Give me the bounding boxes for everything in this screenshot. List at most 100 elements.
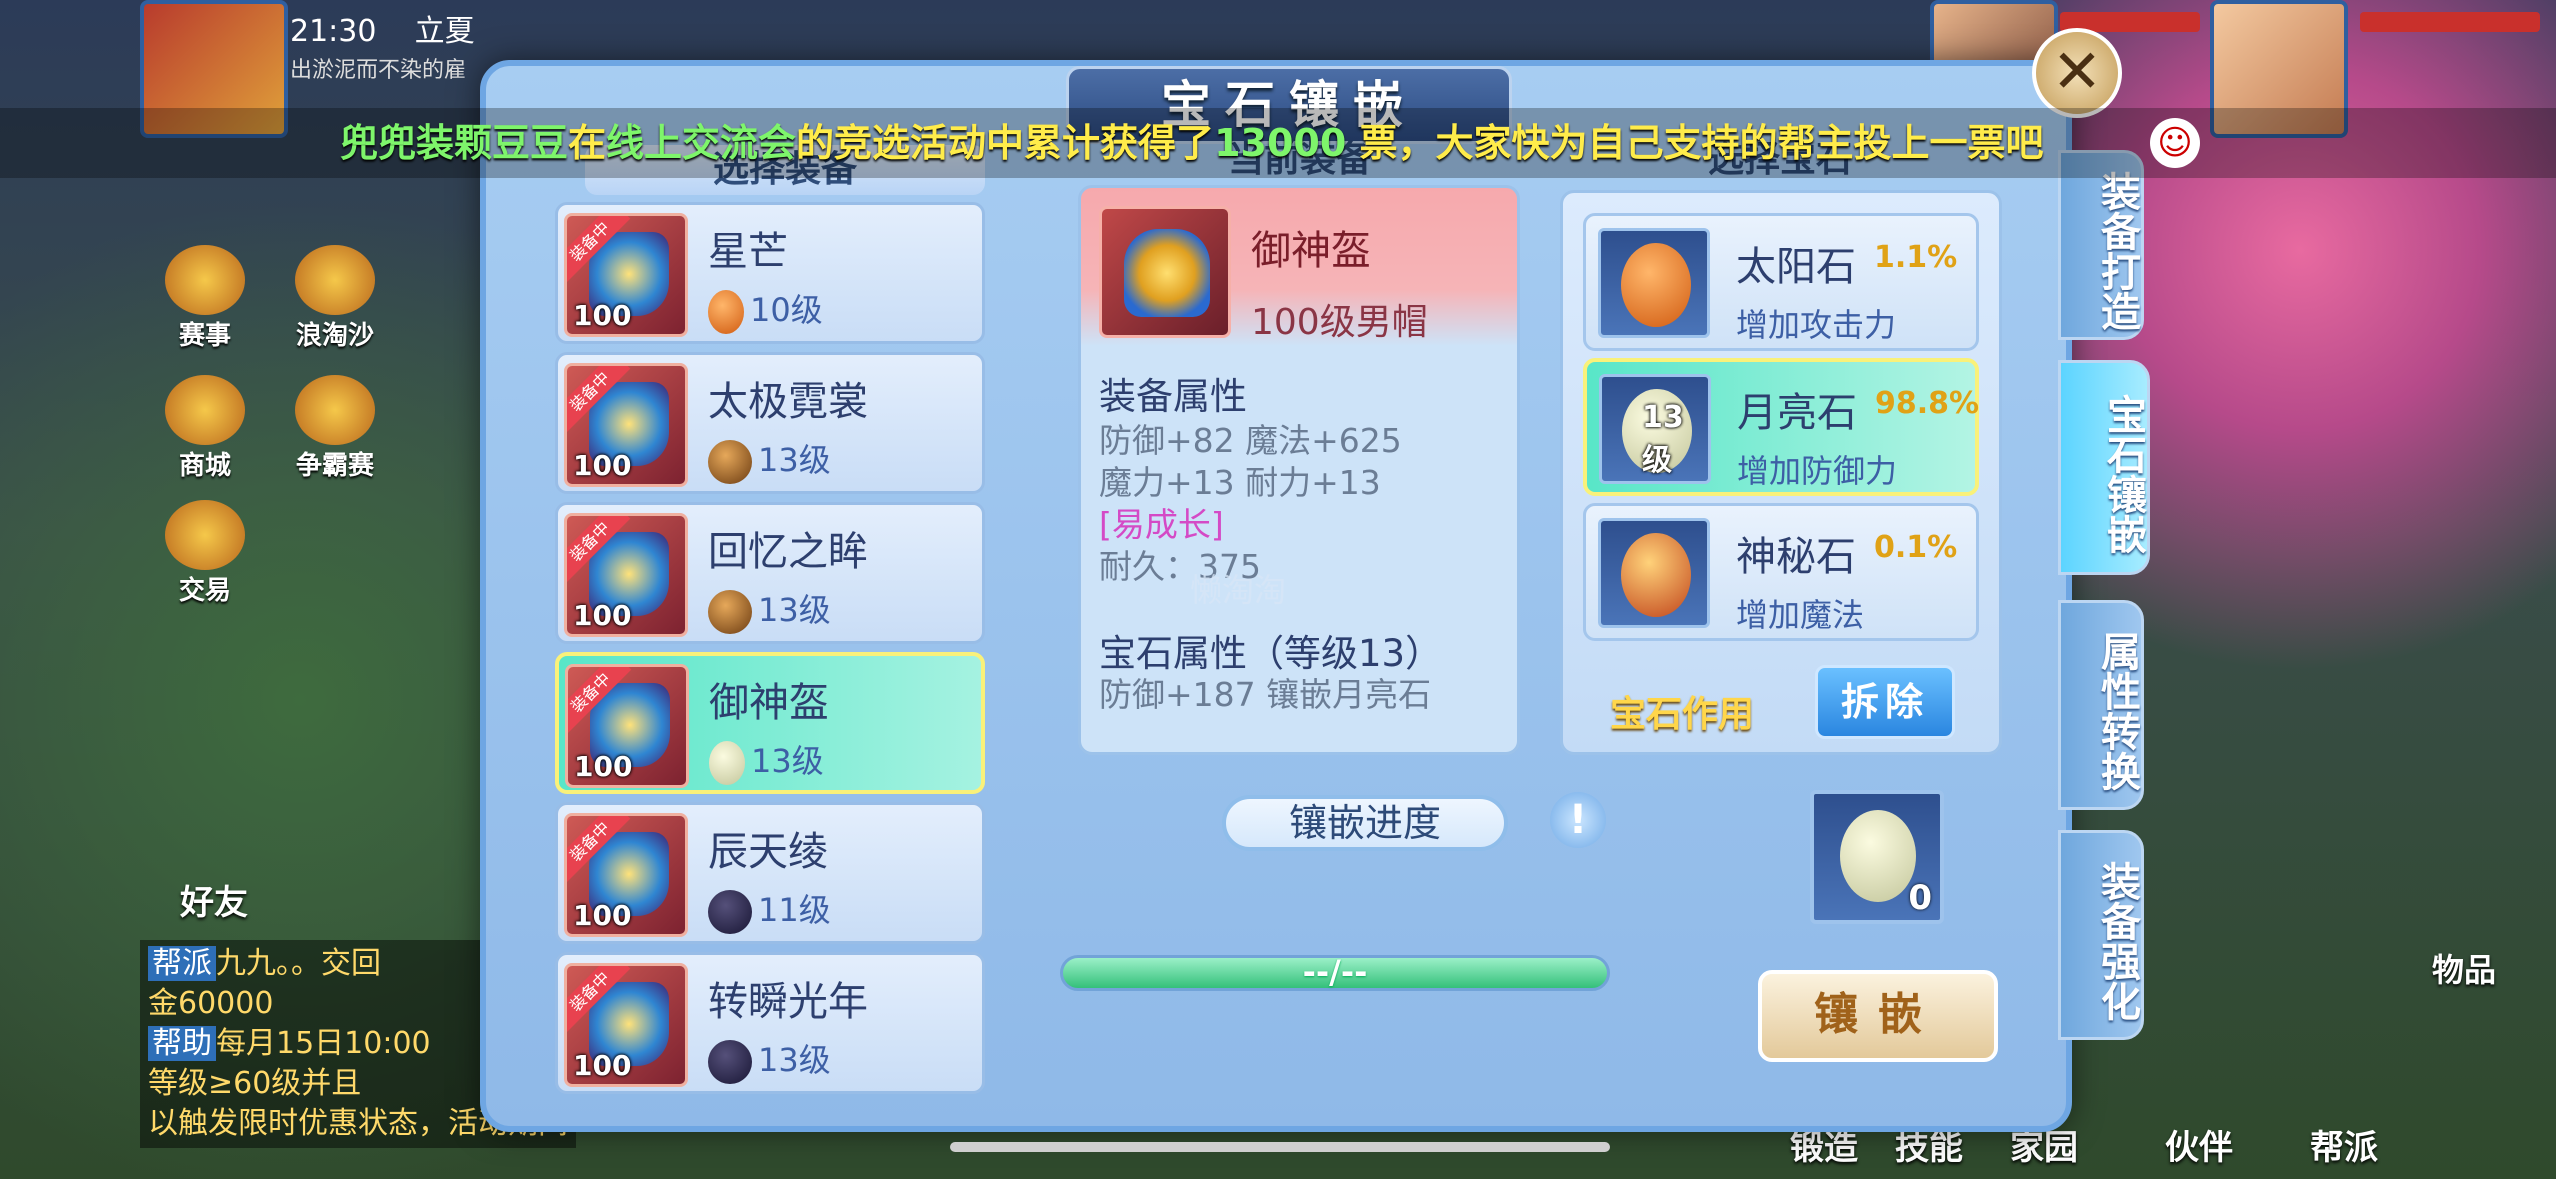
equipment-name: 星芒 [708,229,788,275]
gem-slot [1598,518,1710,628]
watermark: 懒淘淘 [1190,571,1287,609]
close-button[interactable]: ✕ [2032,28,2122,118]
remove-gem-button[interactable]: 拆除 [1815,665,1955,739]
sun-stone-icon [1621,243,1691,327]
equipment-item-selected[interactable]: 装备中 100 御神盔 13级 [555,652,985,794]
equipment-name: 太极霓裳 [708,379,868,425]
shop-shortcut[interactable]: 商城 [155,375,255,482]
partner-hp-bar [2360,12,2540,32]
gem-item-sun[interactable]: 太阳石 1.1% 增加攻击力 [1583,213,1979,351]
gem-attribute-line: 防御+187 镶嵌月亮石 [1099,675,1432,714]
player-slogan: 出淤泥而不染的雇 [290,58,467,83]
inlay-progress-label: 镶嵌进度 [1222,795,1508,851]
equipment-attribute-line: 魔力+13 耐力+13 [1099,463,1381,502]
equipment-item[interactable]: 装备中 100 星芒 10级 [555,202,985,344]
moon-stone-icon [1840,810,1916,902]
equipment-thumb: 装备中 100 [564,363,688,487]
equipment-item[interactable]: 装备中 100 回忆之眸 13级 [555,502,985,644]
equipment-thumb: 装备中 100 [565,664,689,788]
gem-name: 太阳石 [1736,244,1856,290]
equipment-name: 御神盔 [709,680,829,726]
sun-stone-icon [708,290,744,334]
gem-pair-icon [708,590,752,634]
tab-equipment-enhance[interactable]: 装备强化 [2058,830,2144,1040]
equipment-level: 100 [573,449,632,482]
gem-name: 神秘石 [1736,534,1856,580]
gem-desc: 增加攻击力 [1736,306,1897,344]
equipment-list[interactable]: 装备中 100 星芒 10级 装备中 100 太极霓裳 13级 装备中 100 回忆之… [555,150,985,1094]
equipment-name: 回忆之眸 [708,529,868,575]
helmet-icon [1124,229,1210,317]
equipment-level: 100 [574,750,633,783]
gem-count: 13级 [1642,400,1684,478]
info-icon[interactable]: ! [1550,792,1606,848]
gem-desc: 增加魔法 [1736,596,1865,634]
equipment-name: 转瞬光年 [708,979,868,1025]
equipment-thumb: 装备中 100 [564,213,688,337]
gem-slot: 13级 [1599,374,1711,484]
clock: 21:30 立夏 [290,14,475,49]
gem-inlay-slot[interactable]: 0 [1810,790,1944,924]
home-indicator[interactable] [950,1142,1610,1152]
equipment-attributes-title: 装备属性 [1099,375,1247,418]
trophy-icon [165,245,245,315]
equipment-thumb: 装备中 100 [564,963,688,1087]
equipment-gem-level: 13级 [709,736,824,785]
current-equipment-type: 100级男帽 [1251,302,1428,343]
emoji-icon: ☺ [2150,118,2200,168]
dark-gem-icon [708,890,752,934]
equipment-gem-level: 11级 [708,885,831,934]
gem-rate: 1.1% [1874,240,1958,275]
equipment-gem-level: 13级 [708,435,831,484]
nav-guild[interactable]: 帮派 [2310,1120,2378,1169]
announcement-marquee: 兜兜装颗豆豆在线上交流会的竞选活动中累计获得了13000 票，大家快为自己支持的… [0,108,2556,178]
gem-name: 月亮石 [1737,390,1857,436]
tab-gem-inlay[interactable]: 宝石镶嵌 [2058,360,2150,575]
equipment-item[interactable]: 装备中 100 辰天绫 11级 [555,802,985,944]
gem-slot [1598,228,1710,338]
friends-button[interactable]: 好友 [180,875,248,924]
equipment-item[interactable]: 装备中 100 转瞬光年 13级 [555,952,985,1094]
equipment-name: 辰天绫 [708,829,828,875]
equipment-item[interactable]: 装备中 100 太极霓裳 13级 [555,352,985,494]
gem-rate: 0.1% [1874,530,1958,565]
trade-shortcut[interactable]: 交易 [155,500,255,607]
moon-stone-icon [709,741,745,785]
wave-shortcut[interactable]: 浪淘沙 [285,245,385,352]
slot-count: 0 [1908,878,1932,918]
growth-tag: [易成长] [1099,505,1224,544]
gem-item-moon-selected[interactable]: 13级 月亮石 98.8% 增加防御力 [1583,358,1979,496]
equipment-level: 100 [573,599,632,632]
current-equipment-name: 御神盔 [1251,228,1371,274]
current-equipment-card: 御神盔 100级男帽 装备属性 防御+82 魔法+625 魔力+13 耐力+13… [1078,185,1520,755]
contest-shortcut[interactable]: 争霸赛 [285,375,385,482]
shop-icon [165,375,245,445]
tab-attribute-convert[interactable]: 属性转换 [2058,600,2144,810]
equipment-gem-level: 13级 [708,585,831,634]
gem-item-mystic[interactable]: 神秘石 0.1% 增加魔法 [1583,503,1979,641]
equipment-gem-level: 13级 [708,1035,831,1084]
gem-rate: 98.8% [1875,386,1980,421]
tab-equipment-forge[interactable]: 装备打造 [2058,150,2144,340]
inlay-button[interactable]: 镶嵌 [1758,970,1998,1062]
event-shortcut[interactable]: 赛事 [155,245,255,352]
equipment-level: 100 [573,899,632,932]
announcement-text: 兜兜装颗豆豆在线上交流会的竞选活动中累计获得了13000 票，大家快为自己支持的… [340,121,2044,165]
mystic-stone-icon [1621,533,1691,617]
items-button[interactable]: 物品 [2432,945,2496,991]
wave-icon [295,245,375,315]
gem-effect-link[interactable]: 宝石作用 [1610,685,1754,737]
equipment-attribute-line: 防御+82 魔法+625 [1099,421,1402,460]
crown-icon [295,375,375,445]
gem-desc: 增加防御力 [1737,452,1898,490]
dark-gem-icon [708,1040,752,1084]
equipment-level: 100 [573,299,632,332]
gem-pair-icon [708,440,752,484]
equipment-thumb: 装备中 100 [564,813,688,937]
equipment-thumb: 装备中 100 [564,513,688,637]
inlay-progress-bar: --/-- [1060,955,1610,991]
abacus-icon [165,500,245,570]
nav-partners[interactable]: 伙伴 [2165,1120,2233,1169]
equipment-level: 100 [573,1049,632,1082]
equipment-gem-level: 10级 [708,285,823,334]
